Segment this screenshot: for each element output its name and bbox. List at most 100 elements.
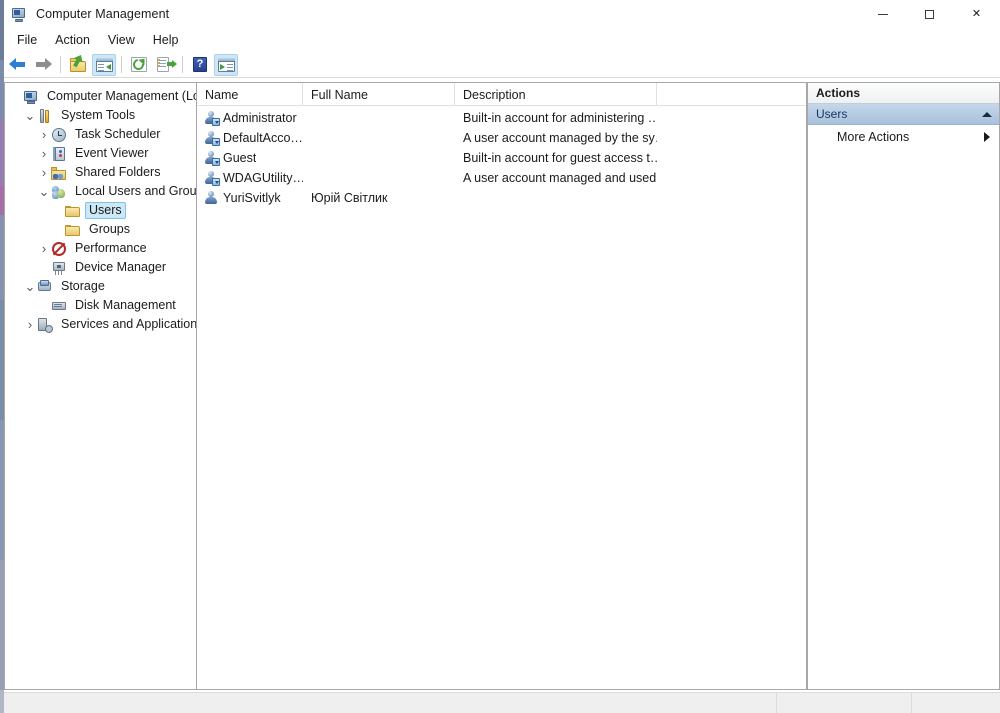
console-tree-pane[interactable]: Computer Management (Local) ⌄ System Tools… bbox=[4, 82, 197, 690]
chevron-right-icon[interactable]: › bbox=[37, 125, 51, 144]
user-description-cell: A user account managed by the sy… bbox=[463, 131, 657, 145]
user-name-cell: DefaultAcco… bbox=[197, 130, 303, 146]
close-button[interactable]: ✕ bbox=[953, 0, 1000, 28]
chevron-right-icon[interactable]: › bbox=[37, 163, 51, 182]
actions-pane-title: Actions bbox=[808, 83, 999, 104]
menu-view[interactable]: View bbox=[99, 30, 144, 50]
actions-group-users[interactable]: Users bbox=[808, 104, 999, 125]
status-bar bbox=[0, 692, 1000, 713]
back-button[interactable] bbox=[5, 54, 29, 76]
user-row[interactable]: WDAGUtility… A user account managed and u… bbox=[197, 168, 806, 188]
menu-help[interactable]: Help bbox=[144, 30, 188, 50]
chevron-down-icon[interactable]: ⌄ bbox=[23, 277, 37, 296]
user-row[interactable]: YuriSvitlyk Юрій Світлик bbox=[197, 188, 806, 208]
tree-item-label: Performance bbox=[75, 241, 147, 255]
tree-item-label: Device Manager bbox=[75, 260, 167, 274]
users-list-pane[interactable]: Name Full Name Description Administrator… bbox=[197, 82, 807, 690]
chevron-right-icon[interactable]: › bbox=[37, 144, 51, 163]
tree-item-label: Local Users and Groups bbox=[75, 184, 197, 198]
user-name-cell: Guest bbox=[197, 150, 303, 166]
user-name-text: YuriSvitlyk bbox=[223, 191, 281, 205]
forward-button[interactable] bbox=[31, 54, 55, 76]
user-name-text: DefaultAcco… bbox=[223, 131, 303, 145]
tree-item-task-scheduler[interactable]: › Task Scheduler bbox=[5, 125, 196, 144]
tree-item-services-and-applications[interactable]: › Services and Applications bbox=[5, 315, 196, 334]
tree-item-performance[interactable]: › Performance bbox=[5, 239, 196, 258]
action-more-actions[interactable]: More Actions bbox=[808, 125, 999, 149]
minimize-icon bbox=[877, 13, 888, 15]
computer-icon bbox=[23, 89, 39, 105]
user-row[interactable]: DefaultAcco… A user account managed by th… bbox=[197, 128, 806, 148]
forward-arrow-icon bbox=[35, 58, 52, 71]
chevron-down-icon[interactable]: ⌄ bbox=[37, 182, 51, 201]
show-hide-console-tree-button[interactable] bbox=[92, 53, 116, 76]
help-button[interactable]: ? bbox=[188, 54, 212, 76]
refresh-button[interactable] bbox=[127, 54, 151, 76]
window-title: Computer Management bbox=[36, 7, 170, 21]
device-manager-icon bbox=[51, 260, 67, 276]
tree-item-event-viewer[interactable]: › Event Viewer bbox=[5, 144, 196, 163]
task-scheduler-icon bbox=[51, 127, 67, 143]
console-tree-icon bbox=[95, 57, 113, 72]
user-description-cell: A user account managed and used… bbox=[463, 171, 657, 185]
tree-item-computer-management-local[interactable]: Computer Management (Local) bbox=[5, 87, 196, 106]
computer-management-icon bbox=[11, 6, 27, 22]
console-tree: Computer Management (Local) ⌄ System Tools… bbox=[5, 83, 196, 334]
tree-item-shared-folders[interactable]: › Shared Folders bbox=[5, 163, 196, 182]
tree-item-local-users-and-groups[interactable]: ⌄ Local Users and Groups bbox=[5, 182, 196, 201]
column-header-filler bbox=[657, 83, 806, 105]
tree-item-label: Groups bbox=[89, 222, 130, 236]
user-disabled-icon bbox=[204, 130, 220, 146]
tree-item-label: Storage bbox=[61, 279, 105, 293]
title-bar: Computer Management ✕ bbox=[0, 0, 1000, 28]
menu-file[interactable]: File bbox=[8, 30, 46, 50]
tree-item-users[interactable]: Users bbox=[5, 201, 196, 220]
tree-item-storage[interactable]: ⌄ Storage bbox=[5, 277, 196, 296]
main-panes: Computer Management (Local) ⌄ System Tools… bbox=[4, 82, 1000, 690]
chevron-right-icon[interactable]: › bbox=[23, 315, 37, 334]
user-name-text: WDAGUtility… bbox=[223, 171, 303, 185]
minimize-button[interactable] bbox=[859, 0, 906, 28]
menu-action[interactable]: Action bbox=[46, 30, 99, 50]
actions-pane: Actions Users More Actions bbox=[807, 82, 1000, 690]
export-list-button[interactable] bbox=[153, 54, 177, 76]
triangle-up-icon[interactable] bbox=[982, 111, 992, 117]
column-header-name[interactable]: Name bbox=[197, 83, 303, 106]
column-header-full-name[interactable]: Full Name bbox=[303, 83, 455, 106]
chevron-right-icon[interactable]: › bbox=[37, 239, 51, 258]
action-pane-icon bbox=[217, 57, 235, 72]
status-segment-1 bbox=[0, 693, 777, 713]
services-apps-icon bbox=[37, 317, 53, 333]
user-name-cell: Administrator bbox=[197, 110, 303, 126]
user-name-text: Guest bbox=[223, 151, 257, 165]
tree-item-groups[interactable]: Groups bbox=[5, 220, 196, 239]
toolbar-separator bbox=[121, 56, 122, 73]
column-header-description[interactable]: Description bbox=[455, 83, 657, 106]
user-row[interactable]: Guest Built-in account for guest access t… bbox=[197, 148, 806, 168]
users-list-body: Administrator Built-in account for admini… bbox=[197, 106, 806, 208]
maximize-button[interactable] bbox=[906, 0, 953, 28]
user-name-cell: YuriSvitlyk bbox=[197, 190, 303, 206]
tree-item-label: Computer Management (Local) bbox=[47, 89, 196, 103]
export-list-icon bbox=[157, 57, 177, 72]
chevron-down-icon[interactable]: ⌄ bbox=[23, 106, 37, 125]
system-tools-icon bbox=[37, 108, 53, 124]
window-controls: ✕ bbox=[859, 0, 1000, 28]
local-users-groups-icon bbox=[51, 184, 67, 200]
tree-item-label: Task Scheduler bbox=[75, 127, 161, 141]
show-hide-action-pane-button[interactable] bbox=[214, 53, 238, 76]
tree-item-label: Disk Management bbox=[75, 298, 176, 312]
up-one-level-button[interactable] bbox=[66, 54, 90, 76]
tree-item-system-tools[interactable]: ⌄ System Tools bbox=[5, 106, 196, 125]
user-row[interactable]: Administrator Built-in account for admini… bbox=[197, 108, 806, 128]
toolbar: ? bbox=[0, 52, 1000, 78]
user-name-cell: WDAGUtility… bbox=[197, 170, 303, 186]
computer-management-window: Computer Management ✕ File Action View H… bbox=[0, 0, 1000, 713]
list-column-headers: Name Full Name Description bbox=[197, 83, 806, 106]
folder-icon bbox=[65, 203, 81, 219]
performance-icon bbox=[51, 241, 67, 257]
tree-item-device-manager[interactable]: Device Manager bbox=[5, 258, 196, 277]
tree-item-disk-management[interactable]: Disk Management bbox=[5, 296, 196, 315]
tree-item-label: Services and Applications bbox=[61, 317, 197, 331]
